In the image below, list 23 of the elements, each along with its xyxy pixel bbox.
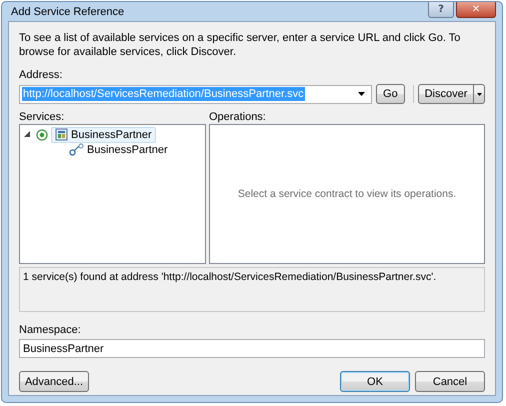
dialog-button[interactable]: Cancel: [415, 371, 485, 392]
field-label: Services:: [19, 110, 66, 124]
go-button[interactable]: Go: [376, 84, 406, 104]
dialog-button[interactable]: OK: [340, 371, 410, 392]
namespace-field[interactable]: BusinessPartner: [19, 339, 485, 358]
tree-item[interactable]: BusinessPartner: [51, 126, 156, 142]
empty-message: Select a service contract to view its operations.: [238, 188, 456, 200]
status-circle-icon: [36, 128, 48, 140]
instructions-text: To see a list of available services on a specific server, enter a service URL and click Go. To browse for available services, click Discover.: [19, 31, 462, 59]
tree-item[interactable]: BusinessPartner: [65, 142, 172, 158]
field-label: Namespace:: [19, 323, 82, 337]
field-label: Operations:: [209, 110, 267, 124]
window-title: Add Service Reference: [10, 6, 124, 18]
discover-button[interactable]: Discover: [418, 84, 474, 104]
dialog-button[interactable]: Advanced...: [19, 371, 89, 392]
status-message: 1 service(s) found at address 'http://localhost/ServicesRemediation/BusinessPartner.svc'.: [23, 271, 436, 283]
field-label: Address:: [19, 68, 64, 82]
help-button[interactable]: ?: [428, 2, 454, 18]
dropdown-arrow-icon: [358, 92, 365, 96]
connector-icon: [69, 143, 84, 156]
caret-icon: [476, 92, 482, 96]
service-icon: [55, 128, 68, 141]
dropdown-button[interactable]: [474, 84, 485, 104]
